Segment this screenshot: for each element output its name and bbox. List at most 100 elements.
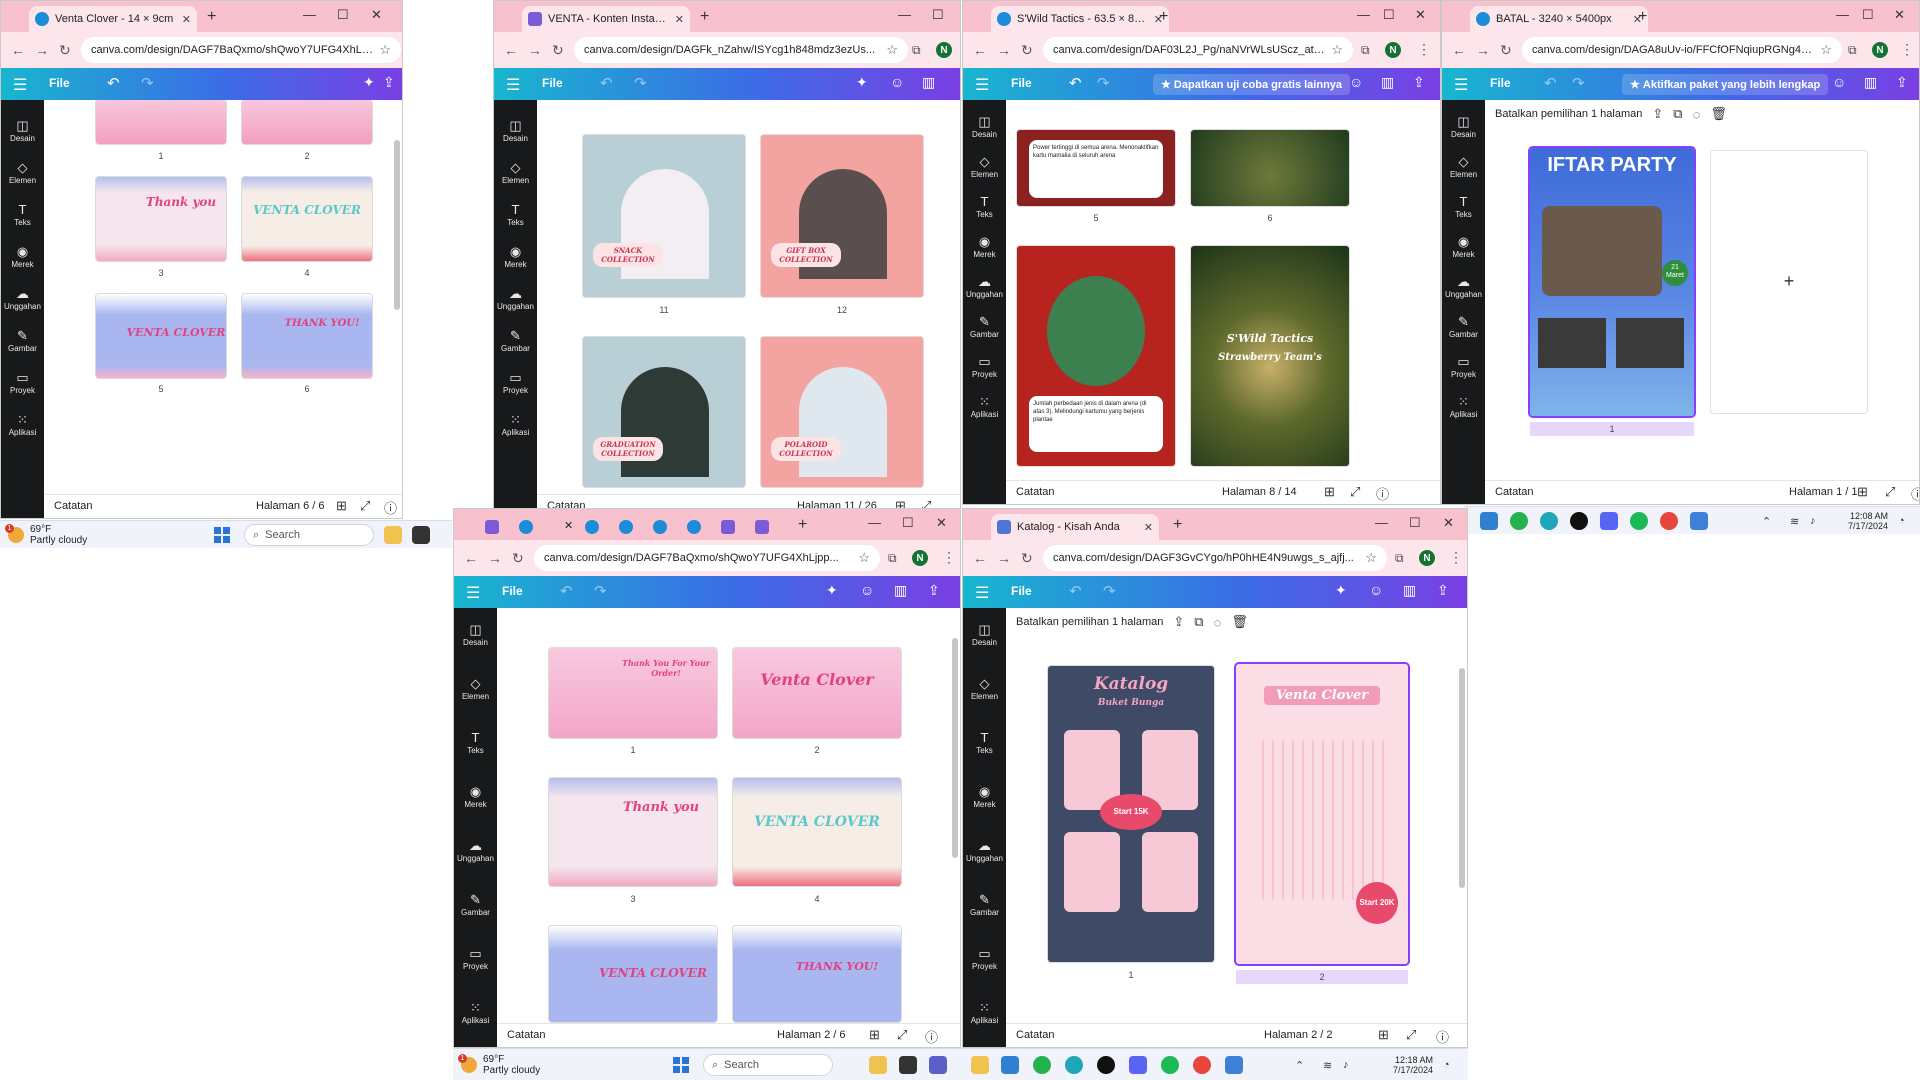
- page-thumbnail[interactable]: VENTA CLOVER: [549, 926, 717, 1022]
- menu-icon[interactable]: ☰: [13, 75, 27, 95]
- rail-draw[interactable]: ✎ Gambar: [963, 314, 1006, 340]
- redo-icon[interactable]: ↷: [594, 582, 607, 600]
- new-tab-icon[interactable]: +: [1173, 516, 1182, 534]
- hide-icon[interactable]: ◌: [1693, 107, 1701, 122]
- page-thumbnail-selected[interactable]: IFTAR PARTY 21 Maret: [1530, 148, 1694, 416]
- file-menu[interactable]: File: [542, 76, 563, 90]
- rail-draw[interactable]: ✎ Gambar: [1442, 314, 1485, 340]
- vscode-icon[interactable]: [1480, 512, 1498, 530]
- profile-avatar[interactable]: N: [936, 42, 952, 58]
- people-icon[interactable]: ☺: [1832, 74, 1846, 90]
- fullscreen-icon[interactable]: ⤢: [1885, 484, 1895, 500]
- tab-swild-tactics[interactable]: S'Wild Tactics - 63.5 × 88.9mm ✕: [991, 6, 1169, 32]
- forward-icon[interactable]: →: [997, 550, 1011, 566]
- undo-icon[interactable]: ↶: [560, 582, 573, 600]
- tray-chevron-icon[interactable]: ⌃: [1762, 515, 1771, 528]
- free-trial-button[interactable]: ★ Dapatkan uji coba gratis lainnya: [1153, 74, 1351, 95]
- reload-icon[interactable]: ↻: [59, 42, 71, 59]
- whatsapp-icon[interactable]: [1510, 512, 1528, 530]
- rail-projects[interactable]: ▭ Proyek: [1442, 354, 1485, 380]
- tab-canva[interactable]: [582, 517, 602, 537]
- rail-text[interactable]: T Teks: [963, 194, 1006, 220]
- weather-widget[interactable]: 1 69°F Partly cloudy: [458, 1054, 540, 1076]
- forward-icon[interactable]: →: [488, 550, 502, 566]
- page-thumbnail[interactable]: GIFT BOX COLLECTION: [761, 135, 923, 297]
- file-explorer-icon[interactable]: [384, 526, 402, 544]
- url-field[interactable]: canva.com/design/DAGA8uUv-io/FFCfOFNqiup…: [1522, 37, 1842, 63]
- rail-elements[interactable]: ◇ Elemen: [1, 160, 44, 186]
- chrome-icon[interactable]: [1660, 512, 1678, 530]
- close-window-icon[interactable]: ✕: [1443, 515, 1454, 531]
- redo-icon[interactable]: ↷: [141, 74, 154, 92]
- grid-view-icon[interactable]: ⊞: [336, 498, 347, 514]
- notes-button[interactable]: Catatan: [1495, 486, 1534, 498]
- forward-icon[interactable]: →: [997, 42, 1011, 58]
- rail-draw[interactable]: ✎ Gambar: [454, 892, 497, 918]
- tab-instagram[interactable]: [482, 517, 502, 537]
- maximize-icon[interactable]: ☐: [902, 515, 914, 531]
- tab-instagram[interactable]: [718, 517, 738, 537]
- close-window-icon[interactable]: ✕: [371, 7, 382, 23]
- export-icon[interactable]: ⇪: [1173, 614, 1184, 630]
- page-thumbnail[interactable]: Katalog Buket Bunga Start 15K: [1048, 666, 1214, 962]
- rail-uploads[interactable]: ☁ Unggahan: [963, 274, 1006, 300]
- extensions-icon[interactable]: ⧉: [1848, 43, 1857, 58]
- page-thumbnail[interactable]: Jumlah perbedaan jenis di dalam arena (d…: [1017, 246, 1175, 466]
- help-icon[interactable]: ⓘ: [925, 1027, 938, 1046]
- page-thumbnail[interactable]: SNACK COLLECTION: [583, 135, 745, 297]
- close-window-icon[interactable]: ✕: [1894, 7, 1905, 23]
- reload-icon[interactable]: ↻: [1021, 550, 1033, 567]
- x-app-icon[interactable]: [1570, 512, 1588, 530]
- bookmark-star-icon[interactable]: ☆: [886, 42, 898, 58]
- file-menu[interactable]: File: [1490, 76, 1511, 90]
- close-tab-icon[interactable]: ✕: [675, 13, 684, 26]
- rail-projects[interactable]: ▭ Proyek: [494, 370, 537, 396]
- page-thumbnail[interactable]: Venta Clover: [733, 648, 901, 738]
- rail-uploads[interactable]: ☁ Unggahan: [1442, 274, 1485, 300]
- tab-batal[interactable]: BATAL - 3240 × 5400px ✕: [1470, 6, 1648, 32]
- rail-elements[interactable]: ◇ Elemen: [494, 160, 537, 186]
- url-field[interactable]: canva.com/design/DAGF7BaQxmo/shQwoY7UFG4…: [534, 545, 880, 571]
- rail-design[interactable]: ◫ Desain: [1442, 114, 1485, 140]
- hide-icon[interactable]: ◌: [1214, 615, 1222, 630]
- people-icon[interactable]: ☺: [860, 582, 874, 598]
- reload-icon[interactable]: ↻: [1021, 42, 1033, 59]
- page-thumbnail[interactable]: S'Wild Tactics Strawberry Team's: [1191, 246, 1349, 466]
- menu-icon[interactable]: ☰: [975, 75, 989, 95]
- rail-projects[interactable]: ▭ Proyek: [963, 354, 1006, 380]
- export-icon[interactable]: ⇪: [1652, 106, 1663, 122]
- tab-canva[interactable]: [650, 517, 670, 537]
- rail-text[interactable]: T Teks: [1442, 194, 1485, 220]
- page-thumbnail-selected[interactable]: Venta Clover Start 20K: [1236, 664, 1408, 964]
- url-field[interactable]: canva.com/design/DAGFk_nZahw/ISYcg1h848m…: [574, 37, 908, 63]
- url-field[interactable]: canva.com/design/DAF03L2J_Pg/naNVrWLsUSc…: [1043, 37, 1353, 63]
- duplicate-icon[interactable]: ⧉: [1673, 106, 1682, 122]
- rail-uploads[interactable]: ☁ Unggahan: [494, 286, 537, 312]
- undo-icon[interactable]: ↶: [107, 74, 120, 92]
- file-menu[interactable]: File: [502, 584, 523, 598]
- share-icon[interactable]: ⇪: [1413, 74, 1425, 91]
- spotify-icon[interactable]: [1161, 1056, 1179, 1074]
- forward-icon[interactable]: →: [1476, 42, 1490, 58]
- analytics-icon[interactable]: ▥: [894, 582, 907, 599]
- duplicate-icon[interactable]: ⧉: [1194, 614, 1203, 630]
- rail-projects[interactable]: ▭ Proyek: [454, 946, 497, 972]
- rail-design[interactable]: ◫ Desain: [963, 622, 1006, 648]
- grid-view-icon[interactable]: ⊞: [1857, 484, 1868, 500]
- rail-apps[interactable]: ⁙ Aplikasi: [963, 394, 1006, 420]
- new-tab-icon[interactable]: +: [700, 8, 709, 26]
- notification-icon[interactable]: ◔: [1898, 515, 1905, 527]
- bookmark-star-icon[interactable]: ☆: [858, 550, 870, 566]
- undo-icon[interactable]: ↶: [1069, 582, 1082, 600]
- tab-konten-instagram[interactable]: VENTA - Konten Instagram ✕: [522, 6, 690, 32]
- rail-apps[interactable]: ⁙ Aplikasi: [963, 1000, 1006, 1026]
- rail-design[interactable]: ◫ Desain: [494, 118, 537, 144]
- chat-icon[interactable]: [929, 1056, 947, 1074]
- analytics-icon[interactable]: ▥: [922, 74, 935, 91]
- bookmark-star-icon[interactable]: ☆: [1820, 42, 1832, 58]
- maximize-icon[interactable]: ☐: [1862, 7, 1874, 23]
- share-icon[interactable]: ⇪: [1896, 74, 1908, 91]
- help-icon[interactable]: ⓘ: [1436, 1027, 1449, 1046]
- extensions-icon[interactable]: ⧉: [888, 551, 897, 566]
- more-options-icon[interactable]: ⋮: [1900, 41, 1914, 58]
